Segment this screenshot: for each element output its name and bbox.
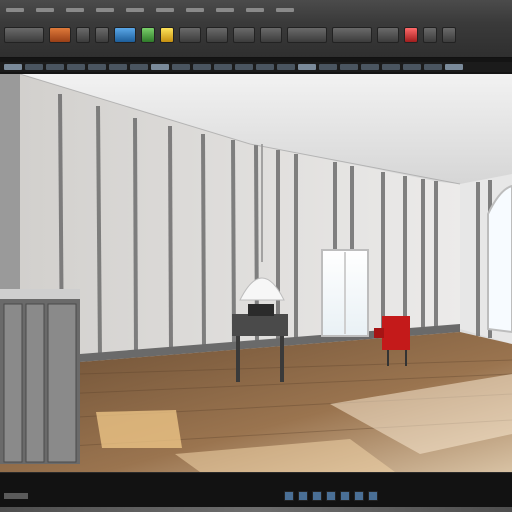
strip-cell[interactable] <box>88 64 106 70</box>
menu-item[interactable] <box>36 8 54 12</box>
nav-button[interactable] <box>312 491 322 501</box>
strip-cell[interactable] <box>298 64 316 70</box>
room-scene <box>0 74 512 472</box>
strip-cell[interactable] <box>382 64 400 70</box>
material-tool-icon[interactable] <box>141 27 155 43</box>
menu-item[interactable] <box>126 8 144 12</box>
help-tool-icon[interactable] <box>442 27 456 43</box>
strip-cell[interactable] <box>46 64 64 70</box>
red-chair <box>382 316 410 350</box>
menu-item[interactable] <box>96 8 114 12</box>
desk <box>232 314 288 336</box>
nav-button[interactable] <box>284 491 294 501</box>
strip-cell[interactable] <box>319 64 337 70</box>
nav-button[interactable] <box>326 491 336 501</box>
select-tool-icon[interactable] <box>4 27 44 43</box>
3d-viewport[interactable] <box>0 74 512 472</box>
strip-cell[interactable] <box>193 64 211 70</box>
menu-item[interactable] <box>6 8 24 12</box>
scale-tool-icon[interactable] <box>95 27 109 43</box>
strip-cell[interactable] <box>214 64 232 70</box>
3d-modeling-app <box>0 0 512 512</box>
main-toolbar <box>0 0 512 58</box>
move-tool-icon[interactable] <box>49 27 71 43</box>
strip-cell[interactable] <box>151 64 169 70</box>
menu-item[interactable] <box>66 8 84 12</box>
navigation-controls <box>284 491 378 501</box>
nav-button[interactable] <box>368 491 378 501</box>
strip-cell[interactable] <box>235 64 253 70</box>
status-bar <box>0 472 512 512</box>
strip-cell[interactable] <box>109 64 127 70</box>
menu-item[interactable] <box>186 8 204 12</box>
strip-cell[interactable] <box>424 64 442 70</box>
arched-window <box>487 184 512 334</box>
record-tool-icon[interactable] <box>404 27 418 43</box>
options-tool-icon[interactable] <box>287 27 327 43</box>
display-tool-icon[interactable] <box>377 27 399 43</box>
strip-cell[interactable] <box>277 64 295 70</box>
camera-tool-icon[interactable] <box>179 27 201 43</box>
nav-button[interactable] <box>340 491 350 501</box>
strip-cell[interactable] <box>340 64 358 70</box>
strip-cell[interactable] <box>445 64 463 70</box>
strip-cell[interactable] <box>361 64 379 70</box>
strip-cell[interactable] <box>256 64 274 70</box>
rotate-tool-icon[interactable] <box>76 27 90 43</box>
secondary-toolbar <box>0 62 512 72</box>
snap-tool-icon[interactable] <box>206 27 228 43</box>
settings-tool-icon[interactable] <box>423 27 437 43</box>
bottom-strip <box>0 507 512 512</box>
strip-cell[interactable] <box>25 64 43 70</box>
layer-tool-icon[interactable] <box>260 27 282 43</box>
light-tool-icon[interactable] <box>160 27 174 43</box>
menu-item[interactable] <box>216 8 234 12</box>
strip-cell[interactable] <box>4 64 22 70</box>
timeline-indicator[interactable] <box>4 493 28 499</box>
nav-button[interactable] <box>354 491 364 501</box>
strip-cell[interactable] <box>403 64 421 70</box>
sun-patch <box>96 410 182 448</box>
strip-cell[interactable] <box>172 64 190 70</box>
tool-row <box>0 22 512 48</box>
render-tool-icon[interactable] <box>114 27 136 43</box>
strip-cell[interactable] <box>67 64 85 70</box>
menu-item[interactable] <box>276 8 294 12</box>
strip-cell[interactable] <box>130 64 148 70</box>
menu-item[interactable] <box>156 8 174 12</box>
menu-bar <box>6 4 294 16</box>
menu-item[interactable] <box>246 8 264 12</box>
grid-tool-icon[interactable] <box>233 27 255 43</box>
nav-button[interactable] <box>298 491 308 501</box>
viewport-tool-icon[interactable] <box>332 27 372 43</box>
